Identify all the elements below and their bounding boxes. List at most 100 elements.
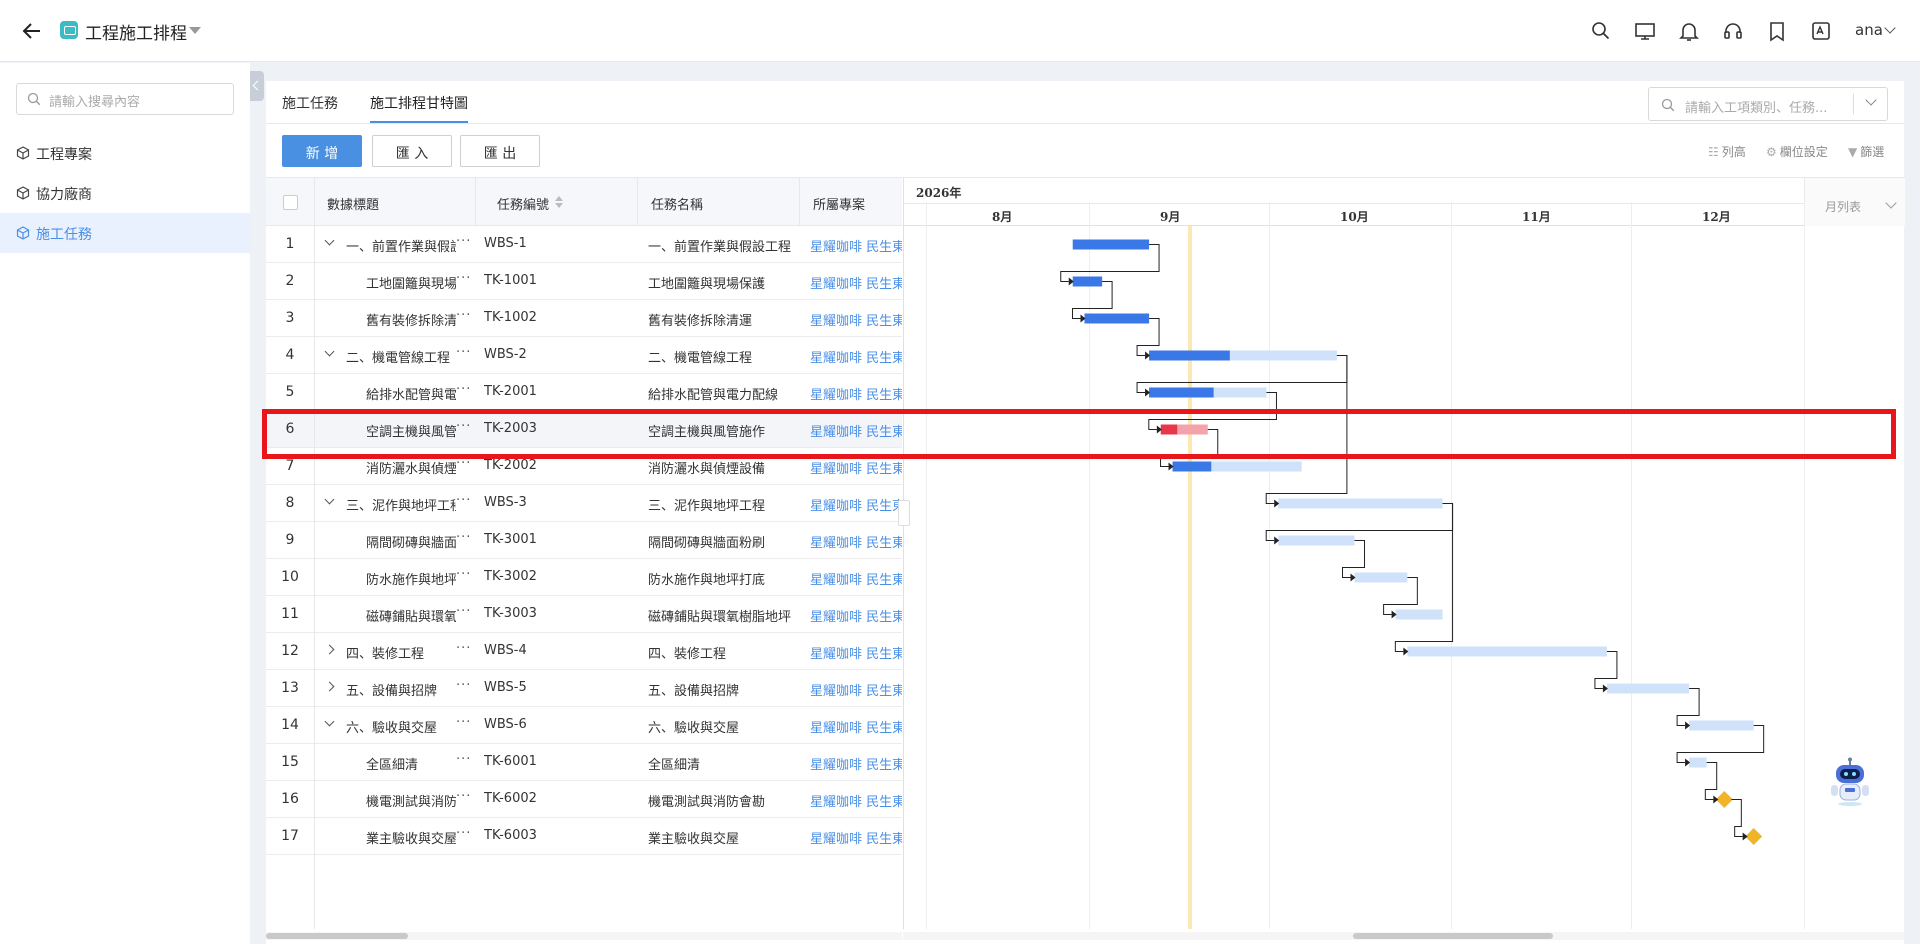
gantt-bar-track[interactable]	[1407, 646, 1607, 657]
gantt-bar-progress[interactable]	[1172, 461, 1212, 472]
tab-tasks[interactable]: 施工任務	[282, 93, 338, 113]
table-row[interactable]: 3舊有裝修拆除清運···TK-1002舊有裝修拆除清運星耀咖啡 民生東路店	[266, 300, 902, 337]
chevron-down-icon[interactable]	[324, 235, 335, 246]
more-options-icon[interactable]: ···	[456, 271, 471, 286]
import-button[interactable]: 匯 入	[372, 135, 452, 167]
chevron-right-icon[interactable]	[324, 644, 335, 655]
row-project-link[interactable]: 星耀咖啡 民生東路店	[810, 754, 902, 773]
task-search-input[interactable]: 請輸入工項類別、任務...	[1648, 87, 1888, 121]
app-switch-caret-icon[interactable]	[189, 27, 201, 34]
more-options-icon[interactable]: ···	[456, 345, 471, 360]
table-row[interactable]: 10防水施作與地坪打底···TK-3002防水施作與地坪打底星耀咖啡 民生東路店	[266, 559, 902, 596]
more-options-icon[interactable]: ···	[456, 382, 471, 397]
back-arrow-icon[interactable]	[20, 19, 44, 43]
gantt-bar-progress[interactable]	[1072, 276, 1103, 287]
row-project-link[interactable]: 星耀咖啡 民生東路店	[810, 717, 902, 736]
row-project-link[interactable]: 星耀咖啡 民生東路店	[810, 828, 902, 847]
header-title[interactable]: 數據標題	[327, 194, 379, 213]
chevron-down-icon[interactable]	[1865, 94, 1877, 106]
more-options-icon[interactable]: ···	[456, 641, 471, 656]
bookmark-icon[interactable]	[1766, 20, 1788, 42]
row-height-tool[interactable]: ☷ 列高	[1708, 143, 1746, 160]
gantt-bar-track[interactable]	[1689, 757, 1707, 768]
robot-assistant-icon[interactable]	[1828, 757, 1872, 807]
gantt-bar-track[interactable]	[1689, 720, 1754, 731]
gantt-dependency-line[interactable]	[1136, 318, 1160, 356]
bell-icon[interactable]	[1678, 20, 1700, 42]
gantt-bar-progress[interactable]	[1149, 387, 1214, 398]
gantt-dependency-line[interactable]	[1265, 503, 1454, 541]
more-options-icon[interactable]: ···	[456, 234, 471, 249]
gantt-bar-track[interactable]	[1354, 572, 1408, 583]
add-button[interactable]: 新 增	[282, 135, 362, 167]
more-options-icon[interactable]: ···	[456, 308, 471, 323]
filter-tool[interactable]: ▼ 篩選	[1848, 143, 1884, 160]
gantt-dependency-line[interactable]	[1342, 540, 1366, 578]
splitter-handle[interactable]	[898, 500, 910, 526]
row-project-link[interactable]: 星耀咖啡 民生東路店	[810, 384, 902, 403]
chevron-down-icon[interactable]	[324, 716, 335, 727]
gantt-dependency-line[interactable]	[1136, 355, 1348, 393]
row-project-link[interactable]: 星耀咖啡 民生東路店	[810, 569, 902, 588]
view-mode-select[interactable]: 月列表	[1804, 178, 1905, 226]
table-row[interactable]: 14 六、驗收與交屋 ··· WBS-6 六、驗收與交屋 星耀咖啡 民生東路店	[266, 707, 902, 744]
table-row[interactable]: 13 五、設備與招牌 ··· WBS-5 五、設備與招牌 星耀咖啡 民生東路店	[266, 670, 902, 707]
table-row[interactable]: 9隔間砌磚與牆面粉刷···TK-3001隔間砌磚與牆面粉刷星耀咖啡 民生東路店	[266, 522, 902, 559]
more-options-icon[interactable]: ···	[456, 752, 471, 767]
sidebar-search-input[interactable]: 請輸入搜尋內容	[16, 83, 234, 115]
more-options-icon[interactable]: ···	[456, 715, 471, 730]
row-project-link[interactable]: 星耀咖啡 民生東路店	[810, 458, 902, 477]
gantt-dependency-line[interactable]	[1676, 688, 1700, 726]
scrollbar-thumb[interactable]	[1353, 933, 1553, 939]
gantt-bar-track[interactable]	[1395, 609, 1443, 620]
table-row[interactable]: 1一、前置作業與假設工程···WBS-1一、前置作業與假設工程星耀咖啡 民生東路…	[266, 226, 902, 263]
more-options-icon[interactable]: ···	[456, 530, 471, 545]
sort-icon[interactable]	[555, 196, 563, 208]
row-project-link[interactable]: 星耀咖啡 民生東路店	[810, 310, 902, 329]
chevron-down-icon[interactable]	[324, 346, 335, 357]
gantt-horizontal-scrollbar[interactable]	[903, 932, 1904, 940]
table-row[interactable]: 12 四、裝修工程 ··· WBS-4 四、裝修工程 星耀咖啡 民生東路店	[266, 633, 902, 670]
gantt-bar-progress[interactable]	[1072, 239, 1150, 250]
more-options-icon[interactable]: ···	[456, 826, 471, 841]
chevron-down-icon[interactable]	[324, 494, 335, 505]
gantt-bar-track[interactable]	[1606, 683, 1690, 694]
gantt-dependency-arrow[interactable]	[1742, 832, 1748, 841]
more-options-icon[interactable]: ···	[456, 567, 471, 582]
scrollbar-thumb[interactable]	[266, 933, 408, 939]
table-row[interactable]: 15 全區細清 ··· TK-6001 全區細清 星耀咖啡 民生東路店	[266, 744, 902, 781]
gantt-dependency-line[interactable]	[1383, 577, 1418, 615]
gantt-milestone[interactable]	[1745, 828, 1763, 845]
headset-icon[interactable]	[1722, 20, 1744, 42]
header-code[interactable]: 任務編號	[497, 194, 549, 213]
sidebar-item-tasks[interactable]: 施工任務	[0, 213, 250, 253]
gantt-dependency-line[interactable]	[1594, 651, 1618, 689]
table-row[interactable]: 16機電測試與消防會勘···TK-6002機電測試與消防會勘星耀咖啡 民生東路店	[266, 781, 902, 818]
row-project-link[interactable]: 星耀咖啡 民生東路店	[810, 495, 902, 514]
select-all-checkbox[interactable]	[283, 195, 298, 210]
table-row[interactable]: 8三、泥作與地坪工程···WBS-3三、泥作與地坪工程星耀咖啡 民生東路店	[266, 485, 902, 522]
column-settings-tool[interactable]: ⚙ 欄位設定	[1766, 143, 1828, 160]
export-button[interactable]: 匯 出	[460, 135, 540, 167]
more-options-icon[interactable]: ···	[456, 604, 471, 619]
row-project-link[interactable]: 星耀咖啡 民生東路店	[810, 643, 902, 662]
gantt-dependency-line[interactable]	[1060, 244, 1160, 282]
gantt-bar-progress[interactable]	[1149, 350, 1230, 361]
gantt-bar-progress[interactable]	[1084, 313, 1150, 324]
monitor-icon[interactable]	[1634, 20, 1656, 42]
gantt-dependency-line[interactable]	[1676, 725, 1765, 763]
gantt-bar-track[interactable]	[1278, 535, 1355, 546]
table-row[interactable]: 5給排水配管與電力配線···TK-2001給排水配管與電力配線星耀咖啡 民生東路…	[266, 374, 902, 411]
row-project-link[interactable]: 星耀咖啡 民生東路店	[810, 273, 902, 292]
app-title[interactable]: 工程施工排程	[85, 19, 187, 44]
sidebar-collapse-button[interactable]	[250, 71, 264, 101]
more-options-icon[interactable]: ···	[456, 789, 471, 804]
gantt-bar-track[interactable]	[1278, 498, 1443, 509]
chevron-right-icon[interactable]	[324, 681, 335, 692]
search-icon[interactable]	[1590, 20, 1612, 42]
user-name[interactable]: ana	[1855, 21, 1883, 39]
row-project-link[interactable]: 星耀咖啡 民生東路店	[810, 791, 902, 810]
header-name[interactable]: 任務名稱	[651, 194, 703, 213]
sidebar-item-vendors[interactable]: 協力廠商	[0, 173, 250, 213]
gantt-dependency-line[interactable]	[1071, 281, 1113, 319]
